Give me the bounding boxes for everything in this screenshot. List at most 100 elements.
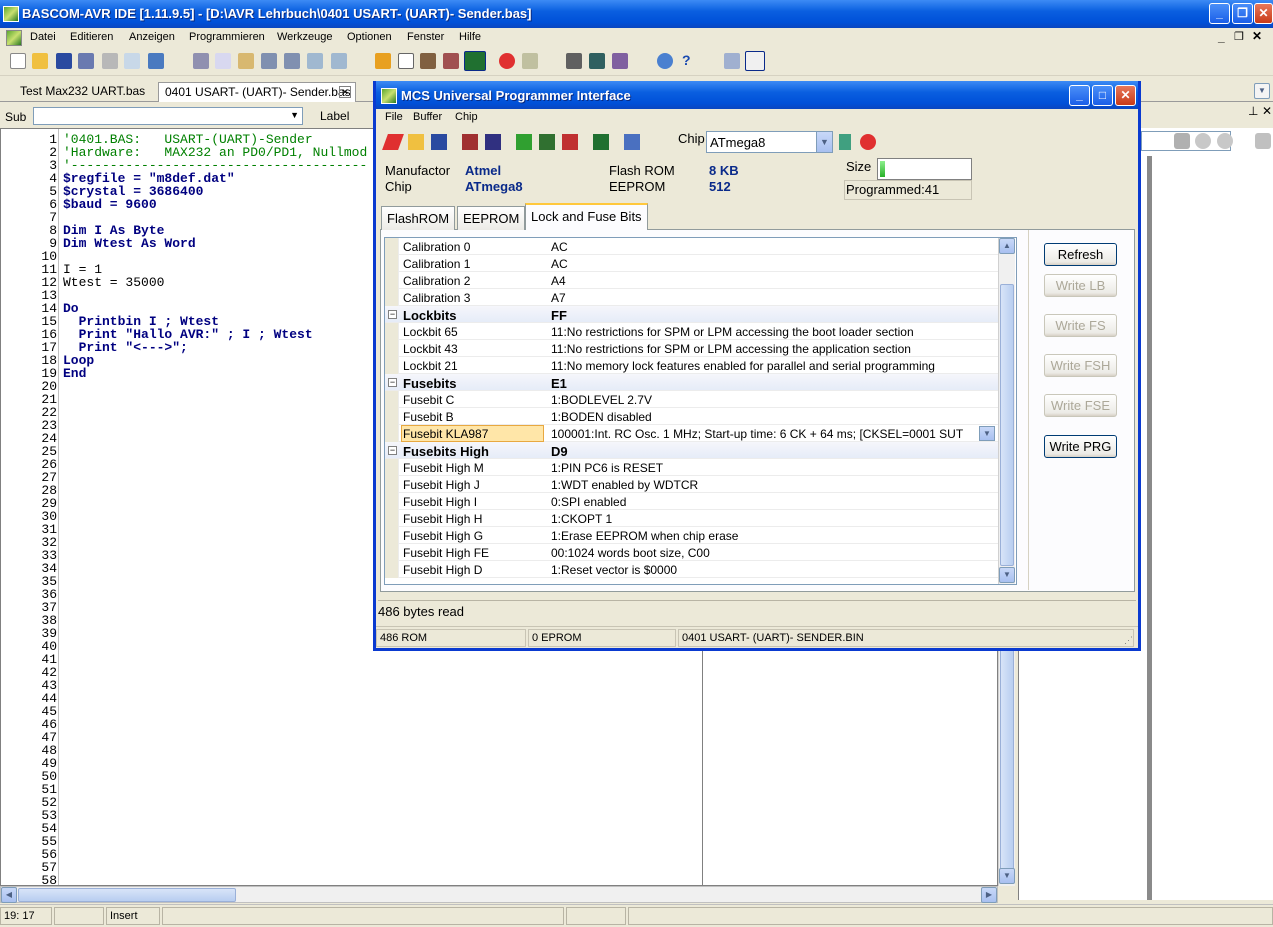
grid-vertical-scrollbar[interactable]: ▲ ▼ — [998, 238, 1015, 584]
dialog-menu-file[interactable]: File — [385, 111, 403, 123]
write-fsh-button[interactable]: Write FSH — [1044, 354, 1117, 377]
maximize-button[interactable]: ❐ — [1232, 3, 1253, 24]
menu-programmieren[interactable]: Programmieren — [189, 31, 265, 43]
verify-icon[interactable] — [539, 134, 555, 150]
collapse-icon[interactable]: − — [388, 446, 397, 455]
tab-lock-fuse-bits[interactable]: Lock and Fuse Bits — [525, 203, 648, 231]
program-chip-icon[interactable] — [464, 51, 486, 71]
help-icon[interactable]: ? — [682, 52, 691, 68]
mdi-close-icon[interactable]: ✕ — [1252, 29, 1262, 43]
stop-icon[interactable] — [499, 53, 515, 69]
scroll-down-icon[interactable]: ▼ — [999, 567, 1015, 583]
grid-property-row[interactable]: Fusebit High J 1:WDT enabled by WDTCR — [385, 476, 999, 493]
open-buffer-icon[interactable] — [408, 134, 424, 150]
sub-combo[interactable]: ▼ — [33, 107, 303, 125]
code-line[interactable]: End — [63, 367, 86, 380]
write-fse-button[interactable]: Write FSE — [1044, 394, 1117, 417]
grid-property-row[interactable]: Calibration 2 A4 — [385, 272, 999, 289]
chip-select[interactable]: ATmega8 ▼ — [706, 131, 833, 153]
property-value[interactable]: 1:PIN PC6 is RESET — [551, 461, 991, 475]
syntax-check-icon[interactable] — [398, 53, 414, 69]
grid-scroll-thumb[interactable] — [1000, 284, 1014, 566]
read-chip-icon[interactable] — [462, 134, 478, 150]
grid-property-row[interactable]: Fusebit High I 0:SPI enabled — [385, 493, 999, 510]
menu-editieren[interactable]: Editieren — [70, 31, 113, 43]
property-value[interactable]: 1:CKOPT 1 — [551, 512, 991, 526]
graphic-converter-icon[interactable] — [612, 53, 628, 69]
write-lb-button[interactable]: Write LB — [1044, 274, 1117, 297]
save-icon[interactable] — [56, 53, 72, 69]
compile-icon[interactable] — [375, 53, 391, 69]
tab-eeprom[interactable]: EEPROM — [457, 206, 526, 230]
report-icon[interactable] — [420, 53, 436, 69]
terminal-icon[interactable] — [522, 53, 538, 69]
property-value[interactable]: 1:BODLEVEL 2.7V — [551, 393, 991, 407]
grid-category-row[interactable]: − Fusebits E1 — [385, 374, 999, 391]
grid-property-row[interactable]: Lockbit 21 11:No memory lock features ena… — [385, 357, 999, 374]
grid-property-row[interactable]: Fusebit C 1:BODLEVEL 2.7V — [385, 391, 999, 408]
cut-icon[interactable] — [193, 53, 209, 69]
compare-icon[interactable] — [485, 134, 501, 150]
grid-property-row[interactable]: Fusebit High M 1:PIN PC6 is RESET — [385, 459, 999, 476]
simulate-icon[interactable] — [443, 53, 459, 69]
grid-property-row[interactable]: Calibration 0 AC — [385, 238, 999, 255]
menu-optionen[interactable]: Optionen — [347, 31, 392, 43]
unindent-icon[interactable] — [284, 53, 300, 69]
property-value[interactable]: FF — [551, 308, 991, 323]
save-buffer-icon[interactable] — [431, 134, 447, 150]
record-icon[interactable] — [1195, 133, 1211, 149]
mdi-minimize-icon[interactable]: _ — [1218, 30, 1225, 44]
print-preview-icon[interactable] — [124, 53, 140, 69]
grid-category-row[interactable]: − Lockbits FF — [385, 306, 999, 323]
erase-chip-icon[interactable] — [382, 134, 404, 150]
tools-icon[interactable] — [1255, 133, 1271, 149]
property-value[interactable]: 00:1024 words boot size, C00 — [551, 546, 991, 560]
grid-property-row[interactable]: Lockbit 65 11:No restrictions for SPM or … — [385, 323, 999, 340]
write-chip-icon[interactable] — [516, 134, 532, 150]
tab-list-chevron-icon[interactable]: ▼ — [1254, 83, 1270, 99]
save-all-icon[interactable] — [78, 53, 94, 69]
open-folder-icon[interactable] — [32, 53, 48, 69]
property-value[interactable]: 1:WDT enabled by WDTCR — [551, 478, 991, 492]
stop-icon[interactable] — [860, 134, 876, 150]
lcd-designer-icon[interactable] — [566, 53, 582, 69]
grid-property-row[interactable]: Fusebit High G 1:Erase EEPROM when chip e… — [385, 527, 999, 544]
refresh-icon[interactable] — [1174, 133, 1190, 149]
grid-property-row[interactable]: Fusebit KLA987 100001:Int. RC Osc. 1 MHz;… — [385, 425, 999, 442]
scroll-left-icon[interactable]: ◀ — [1, 887, 17, 903]
property-value[interactable]: D9 — [551, 444, 991, 459]
close-button[interactable]: ✕ — [1254, 3, 1273, 24]
property-value[interactable]: 1:BODEN disabled — [551, 410, 991, 424]
grid-property-row[interactable]: Fusebit High FE 00:1024 words boot size, … — [385, 544, 999, 561]
exit-icon[interactable] — [624, 134, 640, 150]
pdf-icon[interactable] — [745, 51, 765, 71]
new-file-icon[interactable] — [10, 53, 26, 69]
property-value[interactable]: 11:No memory lock features enabled for p… — [551, 359, 991, 373]
print-icon[interactable] — [102, 53, 118, 69]
editor-h-scroll-thumb[interactable] — [18, 888, 236, 902]
dialog-maximize-button[interactable]: □ — [1092, 85, 1113, 106]
info-icon[interactable] — [657, 53, 673, 69]
dialog-minimize-button[interactable]: _ — [1069, 85, 1090, 106]
property-value[interactable]: 0:SPI enabled — [551, 495, 991, 509]
autoprogram-icon[interactable] — [593, 134, 609, 150]
lcd-icon[interactable] — [589, 53, 605, 69]
tab-close-icon[interactable]: ✕ — [339, 86, 351, 98]
dialog-menu-buffer[interactable]: Buffer — [413, 111, 442, 123]
tab-flashrom[interactable]: FlashROM — [381, 206, 456, 230]
menu-werkzeuge[interactable]: Werkzeuge — [277, 31, 332, 43]
property-value[interactable]: 1:Reset vector is $0000 — [551, 563, 991, 577]
mdi-restore-icon[interactable]: ❐ — [1234, 30, 1244, 43]
search-icon[interactable] — [724, 53, 740, 69]
close-file-icon[interactable] — [148, 53, 164, 69]
scroll-right-icon[interactable]: ▶ — [981, 887, 997, 903]
scroll-down-icon[interactable]: ▼ — [999, 868, 1015, 884]
pin-icon[interactable]: ⊥ — [1248, 104, 1258, 118]
grid-category-row[interactable]: − Fusebits High D9 — [385, 442, 999, 459]
property-value[interactable]: A4 — [551, 274, 991, 288]
paste-icon[interactable] — [238, 53, 254, 69]
find-icon[interactable] — [307, 53, 323, 69]
resize-grip-icon[interactable]: ⋰ — [1124, 635, 1133, 646]
menu-datei[interactable]: Datei — [30, 31, 56, 43]
bascom-app-icon[interactable] — [3, 6, 19, 22]
